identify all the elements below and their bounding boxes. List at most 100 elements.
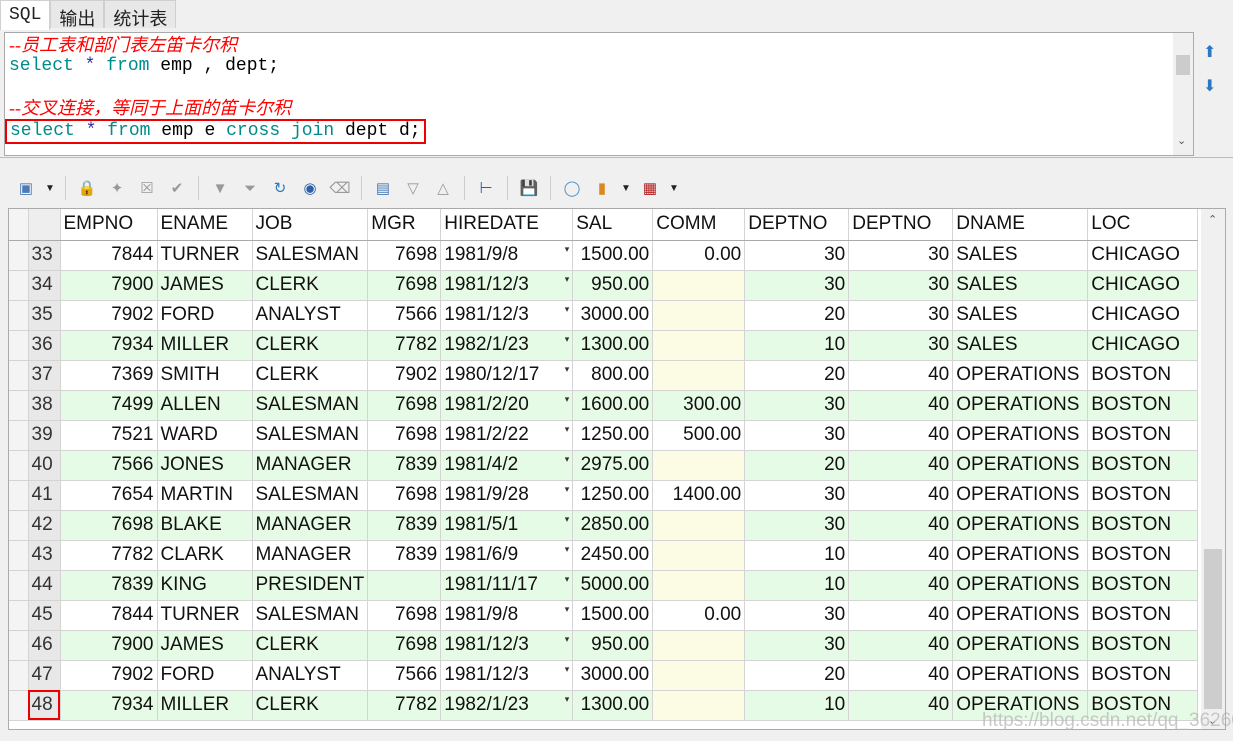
cell-sal[interactable]: 2850.00 <box>572 510 654 541</box>
cell-comm[interactable]: 0.00 <box>652 240 746 271</box>
cell-ename[interactable]: TURNER <box>157 240 253 271</box>
row-indicator[interactable] <box>9 540 29 571</box>
cell-sal[interactable]: 1300.00 <box>572 330 654 361</box>
find-icon[interactable]: ◉ <box>298 179 322 197</box>
table-row[interactable]: 36 7934 MILLER CLERK 7782 1982/1/23 ▾ 1300.00 10… <box>9 330 1199 361</box>
row-indicator[interactable] <box>9 360 29 391</box>
date-picker-icon[interactable]: ▾ <box>565 574 570 585</box>
cell-deptno[interactable]: 20 <box>744 300 850 331</box>
row-number[interactable]: 35 <box>28 300 61 331</box>
cell-empno[interactable]: 7902 <box>60 300 158 331</box>
date-picker-icon[interactable]: ▾ <box>565 274 570 285</box>
cell-deptno[interactable]: 30 <box>744 390 850 421</box>
cell-deptno[interactable]: 40 <box>848 390 954 421</box>
table-row[interactable]: 41 7654 MARTIN SALESMAN 7698 1981/9/28 ▾ 1250.0… <box>9 480 1199 511</box>
row-indicator[interactable] <box>9 480 29 511</box>
cell-comm[interactable] <box>652 270 746 301</box>
row-indicator[interactable] <box>9 690 29 721</box>
cell-deptno[interactable]: 10 <box>744 330 850 361</box>
cell-hiredate[interactable]: 1981/12/3 ▾ <box>440 300 574 331</box>
cell-sal[interactable]: 800.00 <box>572 360 654 391</box>
row-number[interactable]: 43 <box>28 540 61 571</box>
scrollbar-thumb[interactable] <box>1204 549 1222 709</box>
column-header-comm[interactable]: COMM <box>652 209 746 241</box>
cell-ename[interactable]: KING <box>157 570 253 601</box>
row-number[interactable]: 48 <box>28 690 61 721</box>
cell-comm[interactable] <box>652 660 746 691</box>
row-number[interactable]: 45 <box>28 600 61 631</box>
cell-hiredate[interactable]: 1981/9/8 ▾ <box>440 600 574 631</box>
cell-deptno[interactable]: 30 <box>744 480 850 511</box>
cell-deptno[interactable]: 40 <box>848 450 954 481</box>
cell-sal[interactable]: 2450.00 <box>572 540 654 571</box>
cell-deptno[interactable]: 30 <box>848 330 954 361</box>
column-header-loc[interactable]: LOC <box>1087 209 1199 241</box>
dropdown-icon[interactable]: ▼ <box>668 183 680 194</box>
cell-loc[interactable]: BOSTON <box>1087 600 1199 631</box>
cell-empno[interactable]: 7566 <box>60 450 158 481</box>
cell-deptno[interactable]: 40 <box>848 570 954 601</box>
cell-job[interactable]: CLERK <box>252 630 369 661</box>
table-row[interactable]: 35 7902 FORD ANALYST 7566 1981/12/3 ▾ 3000.00 20… <box>9 300 1199 331</box>
cell-job[interactable]: SALESMAN <box>252 420 369 451</box>
cell-empno[interactable]: 7900 <box>60 270 158 301</box>
cell-deptno[interactable]: 40 <box>848 660 954 691</box>
cell-comm[interactable] <box>652 360 746 391</box>
cell-deptno[interactable]: 30 <box>744 510 850 541</box>
cell-hiredate[interactable]: 1982/1/23 ▾ <box>440 690 574 721</box>
cell-deptno[interactable]: 40 <box>848 480 954 511</box>
cell-sal[interactable]: 3000.00 <box>572 300 654 331</box>
tab-sql[interactable]: SQL <box>0 0 51 30</box>
chevron-down-icon[interactable]: ⌄ <box>1177 132 1186 153</box>
date-picker-icon[interactable]: ▾ <box>565 424 570 435</box>
date-picker-icon[interactable]: ▾ <box>565 664 570 675</box>
cell-comm[interactable] <box>652 450 746 481</box>
cell-hiredate[interactable]: 1981/9/28 ▾ <box>440 480 574 511</box>
cell-dname[interactable]: OPERATIONS <box>952 480 1089 511</box>
row-indicator[interactable] <box>9 660 29 691</box>
cell-ename[interactable]: CLARK <box>157 540 253 571</box>
cell-comm[interactable]: 300.00 <box>652 390 746 421</box>
row-number[interactable]: 33 <box>28 240 61 271</box>
cell-loc[interactable]: BOSTON <box>1087 570 1199 601</box>
sort-asc-icon[interactable]: △ <box>431 179 455 197</box>
cell-deptno[interactable]: 40 <box>848 600 954 631</box>
refresh-icon[interactable]: ↻ <box>268 179 292 197</box>
table-row[interactable]: 44 7839 KING PRESIDENT 1981/11/17 ▾ 5000.00 10 4… <box>9 570 1199 601</box>
cell-sal[interactable]: 1500.00 <box>572 240 654 271</box>
cell-loc[interactable]: BOSTON <box>1087 450 1199 481</box>
cell-ename[interactable]: TURNER <box>157 600 253 631</box>
cell-deptno[interactable]: 40 <box>848 510 954 541</box>
arrow-up-circle-icon[interactable]: ⬆ <box>1203 42 1216 62</box>
record-view-icon[interactable]: ▤ <box>371 179 395 197</box>
fetch-last-icon[interactable]: ⏷ <box>238 180 262 197</box>
splitter[interactable] <box>0 157 1233 160</box>
tab-output[interactable]: 输出 <box>50 0 105 29</box>
cell-comm[interactable] <box>652 630 746 661</box>
cell-loc[interactable]: BOSTON <box>1087 510 1199 541</box>
row-indicator[interactable] <box>9 390 29 421</box>
table-row[interactable]: 38 7499 ALLEN SALESMAN 7698 1981/2/20 ▾ 1600.00… <box>9 390 1199 421</box>
cell-mgr[interactable]: 7698 <box>367 420 442 451</box>
cell-comm[interactable] <box>652 540 746 571</box>
cell-loc[interactable]: BOSTON <box>1087 360 1199 391</box>
cell-mgr[interactable]: 7839 <box>367 540 442 571</box>
date-picker-icon[interactable]: ▾ <box>565 394 570 405</box>
cell-ename[interactable]: JONES <box>157 450 253 481</box>
cell-hiredate[interactable]: 1981/12/3 ▾ <box>440 270 574 301</box>
cell-ename[interactable]: WARD <box>157 420 253 451</box>
cell-dname[interactable]: OPERATIONS <box>952 570 1089 601</box>
dropdown-icon[interactable]: ▼ <box>44 183 56 194</box>
row-number[interactable]: 46 <box>28 630 61 661</box>
cell-job[interactable]: ANALYST <box>252 300 369 331</box>
cell-deptno[interactable]: 30 <box>848 270 954 301</box>
column-header-sal[interactable]: SAL <box>572 209 654 241</box>
cell-dname[interactable]: SALES <box>952 330 1089 361</box>
row-number[interactable]: 38 <box>28 390 61 421</box>
cell-empno[interactable]: 7369 <box>60 360 158 391</box>
column-header-deptno[interactable]: DEPTNO <box>744 209 850 241</box>
cell-ename[interactable]: FORD <box>157 660 253 691</box>
cell-deptno[interactable]: 40 <box>848 420 954 451</box>
table-row[interactable]: 47 7902 FORD ANALYST 7566 1981/12/3 ▾ 3000.00 20… <box>9 660 1199 691</box>
cell-mgr[interactable] <box>367 570 442 601</box>
